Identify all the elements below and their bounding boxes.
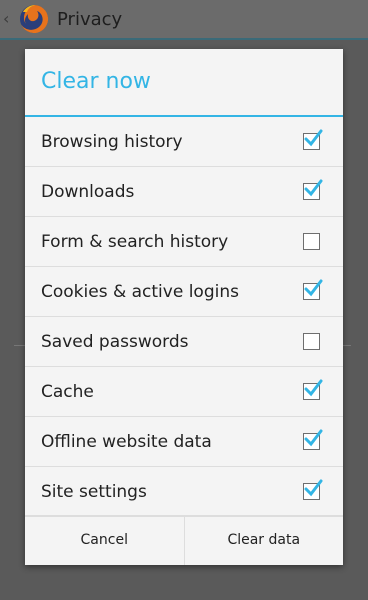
option-label: Downloads — [41, 181, 135, 202]
option-label: Cache — [41, 381, 94, 402]
option-label: Site settings — [41, 481, 147, 502]
checkbox[interactable] — [303, 279, 323, 300]
chevron-left-icon[interactable]: ‹ — [3, 0, 13, 38]
option-cookies-active-logins[interactable]: Cookies & active logins — [25, 267, 343, 317]
dialog-title: Clear now — [25, 49, 343, 117]
checkbox[interactable] — [303, 379, 323, 400]
clear-data-button[interactable]: Clear data — [183, 516, 344, 565]
action-bar: ‹ Privacy — [0, 0, 368, 40]
checkbox[interactable] — [303, 429, 323, 450]
cancel-button[interactable]: Cancel — [25, 516, 184, 565]
option-label: Form & search history — [41, 231, 229, 252]
option-browsing-history[interactable]: Browsing history — [25, 117, 343, 167]
option-saved-passwords[interactable]: Saved passwords — [25, 317, 343, 367]
dialog-button-bar: Cancel Clear data — [25, 515, 343, 565]
checkbox[interactable] — [303, 233, 320, 250]
background-divider — [343, 345, 351, 346]
background-divider — [14, 345, 25, 346]
checkbox[interactable] — [303, 479, 323, 500]
firefox-logo-icon[interactable] — [19, 4, 49, 34]
page-title: Privacy — [57, 8, 123, 30]
option-site-settings[interactable]: Site settings — [25, 467, 343, 517]
clear-options-list: Browsing history Downloads Form & search… — [25, 117, 343, 517]
option-label: Cookies & active logins — [41, 281, 239, 302]
option-offline-website-data[interactable]: Offline website data — [25, 417, 343, 467]
checkbox[interactable] — [303, 333, 320, 350]
option-cache[interactable]: Cache — [25, 367, 343, 417]
option-label: Browsing history — [41, 131, 183, 152]
clear-now-dialog: Clear now Browsing history Downloads For… — [25, 49, 343, 565]
checkbox[interactable] — [303, 179, 323, 200]
option-downloads[interactable]: Downloads — [25, 167, 343, 217]
option-label: Saved passwords — [41, 331, 189, 352]
checkbox[interactable] — [303, 129, 323, 150]
option-form-search-history[interactable]: Form & search history — [25, 217, 343, 267]
option-label: Offline website data — [41, 431, 212, 452]
